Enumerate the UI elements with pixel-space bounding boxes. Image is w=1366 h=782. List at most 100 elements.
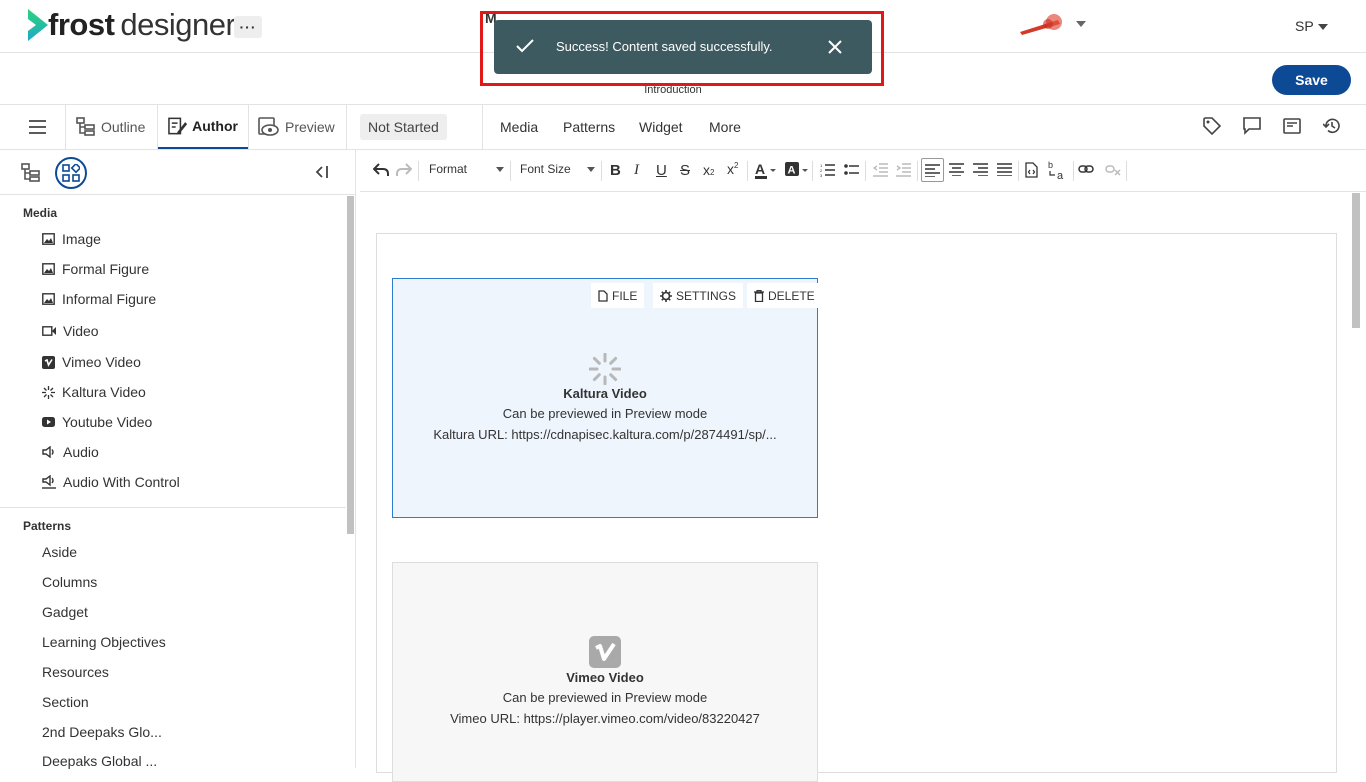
frost-designer-logo[interactable]: frost designer [26,8,236,42]
nav-divider [346,105,347,149]
tab-outline[interactable]: Outline [76,105,145,149]
media-item-image[interactable]: Image [42,231,101,247]
format-dropdown[interactable]: Format [429,162,467,176]
superscript-icon[interactable]: x2 [727,161,738,177]
numbered-list-icon[interactable]: 123 [820,163,835,177]
align-left-icon[interactable] [921,158,944,182]
author-edit-icon [168,117,188,135]
brand-stamp-logo[interactable] [1018,12,1072,36]
align-center-icon[interactable] [949,163,964,176]
toolbar-divider [812,161,813,181]
pattern-item-learning-objectives[interactable]: Learning Objectives [42,634,166,650]
media-item-video[interactable]: Video [42,323,99,339]
checkmark-icon [516,39,534,53]
gear-icon [660,289,672,302]
vimeo-block-url: Vimeo URL: https://player.vimeo.com/vide… [450,711,760,726]
toolbar-divider [1126,161,1127,181]
redo-icon[interactable] [396,163,412,177]
menu-widget[interactable]: Widget [639,119,683,135]
italic-icon[interactable]: I [634,162,639,179]
notes-icon[interactable] [1283,117,1301,135]
hamburger-menu-icon[interactable] [29,120,46,134]
left-panel: Media Image Formal Figure Informal Figur… [0,150,356,769]
media-item-youtube-video[interactable]: Youtube Video [42,414,152,430]
align-right-icon[interactable] [973,163,988,176]
toast-close-icon[interactable] [828,40,842,54]
menu-more[interactable]: More [709,119,741,135]
user-menu[interactable]: SP [1295,18,1314,34]
pattern-item-resources[interactable]: Resources [42,664,109,680]
menu-patterns[interactable]: Patterns [563,119,615,135]
tab-preview[interactable]: Preview [258,105,335,149]
pattern-item-aside[interactable]: Aside [42,544,77,560]
media-item-label: Video [63,323,99,339]
subscript-icon[interactable]: x2 [703,162,714,178]
font-size-dropdown[interactable]: Font Size [520,162,571,176]
components-grid-icon[interactable] [55,157,87,189]
delete-button[interactable]: DELETE [747,283,822,308]
brand-dropdown-chevron-icon[interactable] [1076,21,1086,27]
delete-button-label: DELETE [768,288,815,303]
tab-author-label: Author [192,118,238,134]
indent-icon[interactable] [896,163,911,177]
section-divider [0,507,346,508]
kaltura-video-block[interactable]: FILE SETTINGS DELETE Kaltura Video Can b… [392,278,822,518]
left-panel-scrollbar[interactable] [347,196,354,534]
link-icon[interactable] [1078,164,1094,174]
youtube-icon [42,417,55,427]
text-color-icon[interactable]: A [755,161,777,179]
format-chevron-down-icon[interactable] [496,167,504,172]
media-item-formal-figure[interactable]: Formal Figure [42,261,149,277]
kaltura-icon [42,385,55,399]
pattern-item-deepaks-global[interactable]: Deepaks Global ... [42,753,157,769]
image-icon [42,293,55,305]
collapse-panel-icon[interactable] [315,166,329,178]
bullet-list-icon[interactable] [844,163,859,177]
tab-author[interactable]: Author [158,105,248,149]
trash-icon [754,289,764,302]
find-replace-icon[interactable]: ba [1048,160,1067,180]
settings-button[interactable]: SETTINGS [653,283,744,308]
media-item-vimeo-video[interactable]: Vimeo Video [42,354,141,370]
history-icon[interactable] [1323,117,1341,135]
more-options-button[interactable]: ··· [234,16,262,38]
menu-media[interactable]: Media [500,119,538,135]
kaltura-block-url: Kaltura URL: https://cdnapisec.kaltura.c… [433,427,777,442]
bold-icon[interactable]: B [610,162,621,179]
left-panel-header [0,150,356,195]
media-item-informal-figure[interactable]: Informal Figure [42,291,156,307]
editor-scrollbar[interactable] [1352,193,1360,328]
media-item-label: Informal Figure [62,291,157,307]
svg-text:a: a [1057,170,1064,180]
strikethrough-icon[interactable]: S [680,162,690,179]
media-item-kaltura-video[interactable]: Kaltura Video [42,384,146,400]
pattern-item-section[interactable]: Section [42,694,89,710]
vimeo-icon [42,355,55,369]
outline-tree-icon[interactable] [21,163,41,183]
font-size-chevron-down-icon[interactable] [587,167,595,172]
media-item-audio[interactable]: Audio [42,444,99,460]
pattern-item-columns[interactable]: Columns [42,574,97,590]
unlink-icon[interactable] [1105,164,1121,176]
tag-icon[interactable] [1203,117,1221,135]
file-button[interactable]: FILE [591,283,645,308]
outdent-icon[interactable] [873,163,888,177]
media-item-label: Audio With Control [63,474,180,490]
save-button[interactable]: Save [1272,65,1351,95]
media-section-heading: Media [23,206,58,220]
preview-eye-icon [258,117,279,136]
underline-icon[interactable]: U [656,162,667,179]
media-item-audio-with-control[interactable]: Audio With Control [42,474,180,490]
status-badge[interactable]: Not Started [360,114,447,140]
image-icon [42,263,55,275]
user-chevron-down-icon[interactable] [1318,24,1328,30]
pattern-item-2nd-deepaks-global[interactable]: 2nd Deepaks Glo... [42,724,162,740]
align-justify-icon[interactable] [997,163,1012,176]
undo-icon[interactable] [373,163,389,177]
source-code-icon[interactable] [1025,162,1038,178]
comment-icon[interactable] [1243,117,1261,135]
vimeo-video-block[interactable]: Vimeo Video Can be previewed in Preview … [392,562,818,782]
editor-toolbar: Format Font Size B I U S x2 x2 A A 123 b… [360,150,1366,192]
pattern-item-gadget[interactable]: Gadget [42,604,88,620]
background-color-icon[interactable]: A [785,161,809,179]
